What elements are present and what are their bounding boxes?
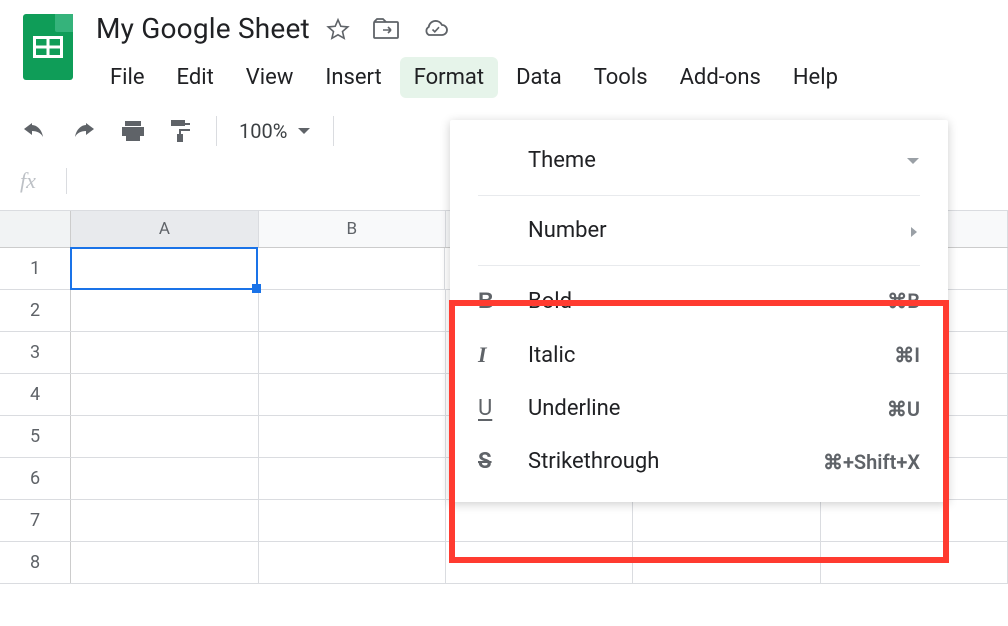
row-header[interactable]: 6 (0, 458, 71, 499)
menu-view[interactable]: View (232, 57, 308, 98)
format-number[interactable]: Number (450, 204, 948, 257)
menu-addons[interactable]: Add-ons (666, 57, 775, 98)
cell[interactable] (633, 542, 820, 583)
cell[interactable] (259, 374, 446, 415)
menu-tools[interactable]: Tools (580, 57, 662, 98)
menubar: File Edit View Insert Format Data Tools … (96, 57, 988, 98)
menu-data[interactable]: Data (502, 57, 576, 98)
bold-icon: B (478, 288, 524, 314)
cell[interactable] (71, 458, 258, 499)
select-all-corner[interactable] (0, 211, 71, 247)
chevron-right-icon (908, 219, 920, 243)
print-icon[interactable] (120, 119, 146, 143)
cell[interactable] (71, 290, 258, 331)
row-header[interactable]: 3 (0, 332, 71, 373)
cell[interactable] (446, 542, 633, 583)
cell[interactable] (257, 248, 445, 289)
shortcut-text: ⌘B (887, 289, 920, 313)
menu-file[interactable]: File (96, 57, 159, 98)
cell[interactable] (821, 500, 1008, 541)
cell[interactable] (259, 500, 446, 541)
cell[interactable] (633, 500, 820, 541)
menu-item-label: Strikethrough (524, 449, 823, 474)
cell[interactable] (259, 290, 446, 331)
menu-format[interactable]: Format (400, 57, 498, 98)
cloud-saved-icon[interactable] (422, 17, 450, 41)
cell[interactable] (71, 542, 258, 583)
paint-format-icon[interactable] (168, 118, 194, 144)
row-header[interactable]: 7 (0, 500, 71, 541)
sheets-logo[interactable] (20, 10, 76, 84)
format-italic[interactable]: I Italic ⌘I (450, 328, 948, 382)
menu-insert[interactable]: Insert (311, 57, 395, 98)
cell[interactable] (71, 416, 258, 457)
chevron-down-icon (906, 149, 920, 173)
italic-icon: I (478, 342, 524, 368)
formula-separator (66, 168, 67, 194)
row-header[interactable]: 4 (0, 374, 71, 415)
format-bold[interactable]: B Bold ⌘B (450, 274, 948, 328)
menu-item-label: Number (524, 218, 908, 243)
document-title[interactable]: My Google Sheet (96, 12, 310, 45)
cell[interactable] (821, 542, 1008, 583)
shortcut-text: ⌘+Shift+X (823, 450, 920, 474)
menu-item-label: Bold (524, 289, 887, 314)
cell[interactable] (259, 416, 446, 457)
menu-separator (478, 195, 920, 196)
format-underline[interactable]: U Underline ⌘U (450, 382, 948, 435)
row-header[interactable]: 1 (0, 248, 71, 289)
cell[interactable] (259, 332, 446, 373)
row-header[interactable]: 5 (0, 416, 71, 457)
format-theme[interactable]: Theme (450, 134, 948, 187)
cell[interactable] (71, 374, 258, 415)
cell[interactable] (71, 500, 258, 541)
format-menu-dropdown: Theme Number B Bold ⌘B I Italic ⌘I U Und… (450, 120, 948, 502)
menu-item-label: Theme (524, 148, 906, 173)
strikethrough-icon: S (478, 449, 524, 474)
row-header[interactable]: 2 (0, 290, 71, 331)
underline-icon: U (478, 396, 524, 421)
shortcut-text: ⌘U (887, 397, 920, 421)
shortcut-text: ⌘I (894, 343, 920, 367)
cell-a1[interactable] (70, 247, 258, 290)
zoom-select[interactable]: 100% (239, 119, 311, 143)
menu-help[interactable]: Help (779, 57, 852, 98)
toolbar-separator (333, 116, 334, 146)
cell[interactable] (259, 542, 446, 583)
chevron-down-icon (297, 119, 311, 143)
redo-icon[interactable] (70, 119, 98, 143)
column-header-a[interactable]: A (71, 211, 258, 247)
cell[interactable] (446, 500, 633, 541)
zoom-value: 100% (239, 119, 287, 143)
column-header-b[interactable]: B (259, 211, 446, 247)
star-icon[interactable] (326, 17, 350, 41)
menu-separator (478, 265, 920, 266)
fx-icon: fx (20, 168, 60, 194)
menu-item-label: Italic (524, 343, 894, 368)
format-strikethrough[interactable]: S Strikethrough ⌘+Shift+X (450, 435, 948, 488)
cell[interactable] (71, 332, 258, 373)
move-to-folder-icon[interactable] (372, 17, 400, 41)
toolbar-separator (216, 116, 217, 146)
cell[interactable] (259, 458, 446, 499)
menu-item-label: Underline (524, 396, 887, 421)
menu-edit[interactable]: Edit (163, 57, 228, 98)
undo-icon[interactable] (20, 119, 48, 143)
row-header[interactable]: 8 (0, 542, 71, 583)
